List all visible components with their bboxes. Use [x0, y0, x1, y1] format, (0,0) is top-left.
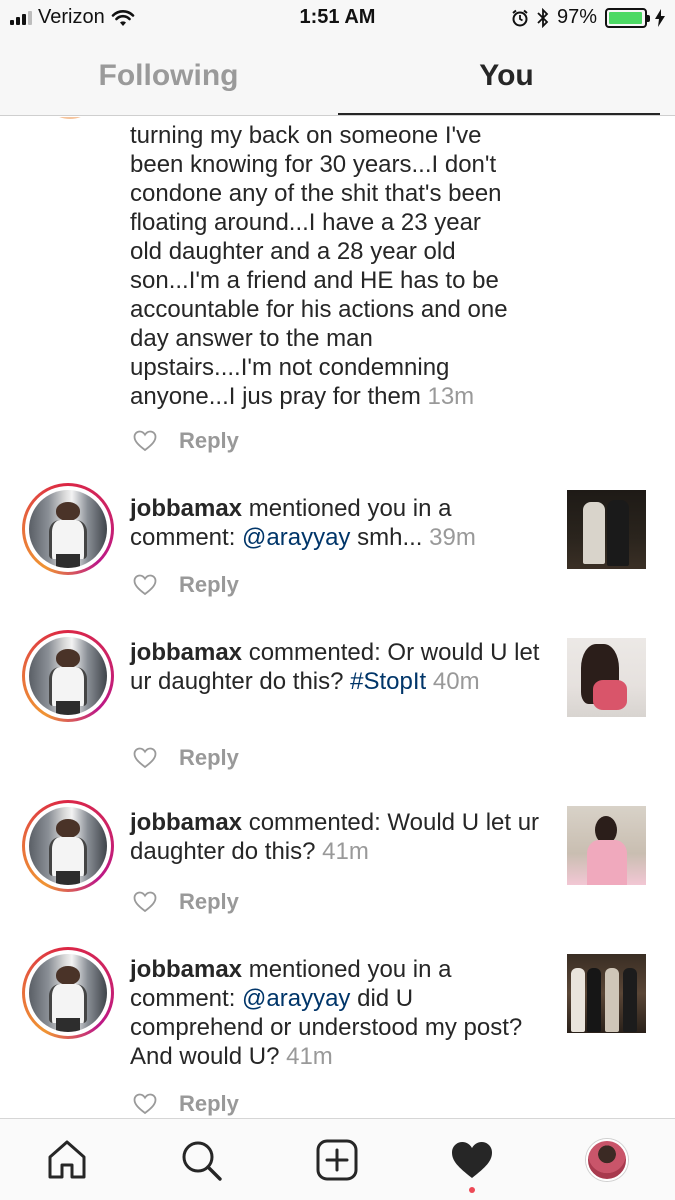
- avatar: [586, 1139, 628, 1181]
- timestamp: 41m: [286, 1043, 333, 1070]
- reply-row: Reply: [133, 428, 239, 454]
- username[interactable]: jobbamax: [130, 495, 242, 522]
- activity-tabs: Following You: [0, 40, 675, 116]
- notification-text: jobbamax mentioned you in a comment: @ar…: [130, 955, 550, 1071]
- notification-text: jobbamax commented: Would U let ur daugh…: [130, 808, 550, 866]
- comment-line: day answer to the man: [130, 325, 373, 352]
- battery-fill: [609, 11, 642, 24]
- reply-row: Reply: [133, 572, 239, 598]
- avatar[interactable]: [22, 483, 114, 575]
- search-icon[interactable]: [178, 1137, 224, 1183]
- activity-feed: turning my back on someone I've been kno…: [0, 117, 675, 1118]
- notification-dot: [469, 1187, 475, 1193]
- new-post-icon[interactable]: [314, 1137, 360, 1183]
- tab-following[interactable]: Following: [0, 40, 337, 116]
- active-tab-indicator: [338, 113, 660, 115]
- mention-link[interactable]: @arayyay: [242, 524, 350, 551]
- comment-line: floating around...I have a 23 year: [130, 209, 481, 236]
- reply-row: Reply: [133, 745, 239, 771]
- timestamp: 39m: [429, 524, 476, 551]
- avatar[interactable]: [40, 117, 100, 119]
- mention-link[interactable]: @arayyay: [242, 985, 350, 1012]
- home-icon[interactable]: [44, 1137, 90, 1183]
- post-thumbnail[interactable]: [567, 954, 646, 1033]
- avatar[interactable]: [22, 800, 114, 892]
- profile-icon[interactable]: [584, 1137, 630, 1183]
- hashtag-link[interactable]: #StopIt: [350, 668, 426, 695]
- reply-row: Reply: [133, 1091, 239, 1117]
- status-right: 97%: [511, 6, 665, 29]
- battery-percent: 97%: [556, 6, 597, 28]
- like-heart-icon[interactable]: [133, 430, 157, 452]
- comment-text: turning my back on someone I've been kno…: [130, 121, 560, 411]
- username[interactable]: jobbamax: [130, 956, 242, 983]
- bluetooth-icon: [537, 7, 549, 28]
- like-heart-icon[interactable]: [133, 747, 157, 769]
- comment-line: condone any of the shit that's been: [130, 180, 502, 207]
- reply-button[interactable]: Reply: [179, 572, 239, 598]
- comment-line: anyone...I jus pray for them 13m: [130, 382, 560, 411]
- avatar[interactable]: [22, 947, 114, 1039]
- reply-button[interactable]: Reply: [179, 428, 239, 454]
- status-bar: Verizon 1:51 AM 97%: [0, 0, 675, 40]
- avatar[interactable]: [22, 630, 114, 722]
- comment-line: upstairs....I'm not condemning: [130, 354, 450, 381]
- username[interactable]: jobbamax: [130, 809, 242, 836]
- username[interactable]: jobbamax: [130, 639, 242, 666]
- timestamp: 13m: [427, 383, 475, 410]
- post-thumbnail[interactable]: [567, 806, 646, 885]
- reply-button[interactable]: Reply: [179, 889, 239, 915]
- comment-line: accountable for his actions and one: [130, 296, 508, 323]
- reply-row: Reply: [133, 889, 239, 915]
- like-heart-icon[interactable]: [133, 1093, 157, 1115]
- comment-body: smh...: [350, 524, 423, 551]
- comment-line: turning my back on someone I've: [130, 122, 482, 149]
- post-thumbnail[interactable]: [567, 490, 646, 569]
- like-heart-icon[interactable]: [133, 891, 157, 913]
- activity-heart-icon[interactable]: [449, 1137, 495, 1183]
- comment-line: been knowing for 30 years...I don't: [130, 151, 497, 178]
- comment-line: old daughter and a 28 year old: [130, 238, 456, 265]
- timestamp: 40m: [432, 668, 480, 695]
- notification-text: jobbamax mentioned you in a comment: @ar…: [130, 494, 550, 552]
- comment-line: son...I'm a friend and HE has to be: [130, 267, 499, 294]
- charging-bolt-icon: [655, 8, 665, 27]
- alarm-icon: [512, 9, 528, 26]
- comment-line-text: anyone...I jus pray for them: [130, 383, 421, 410]
- timestamp: 41m: [322, 838, 369, 865]
- reply-button[interactable]: Reply: [179, 745, 239, 771]
- bottom-tab-bar: [0, 1118, 675, 1200]
- battery-icon: [605, 7, 650, 28]
- like-heart-icon[interactable]: [133, 574, 157, 596]
- post-thumbnail[interactable]: [567, 638, 646, 717]
- notification-text: jobbamax commented: Or would U let ur da…: [130, 638, 550, 696]
- tab-you[interactable]: You: [338, 40, 675, 116]
- reply-button[interactable]: Reply: [179, 1091, 239, 1117]
